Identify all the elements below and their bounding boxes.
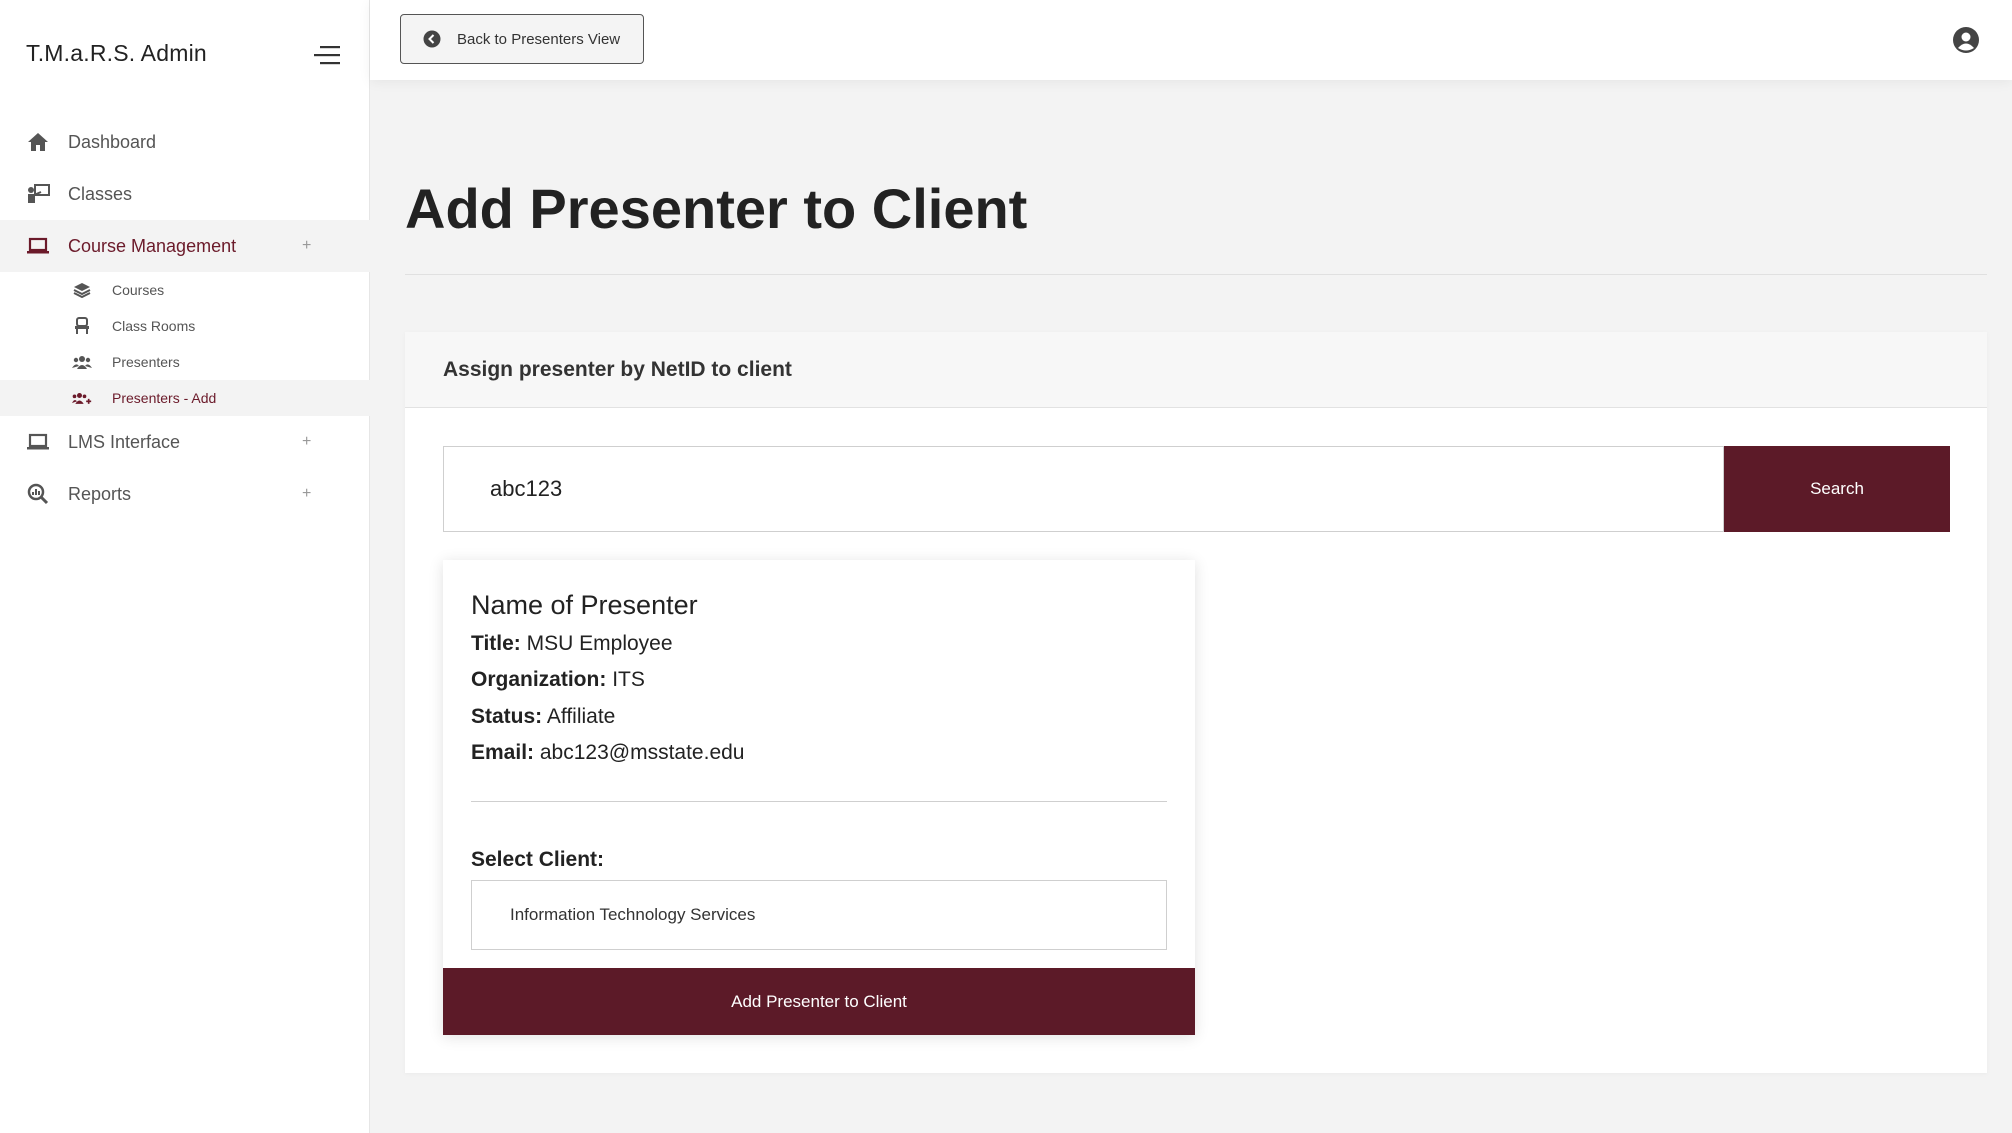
presenter-result-card: Name of Presenter Title: MSU Employee Or… — [443, 560, 1195, 1035]
top-bar: Back to Presenters View — [370, 0, 2012, 80]
sidebar-item-course-management[interactable]: Course Management + — [0, 220, 370, 272]
result-divider — [471, 801, 1167, 802]
presenter-status-row: Status: Affiliate — [471, 705, 615, 729]
organization-value: ITS — [612, 668, 645, 691]
sidebar-item-label: Dashboard — [68, 131, 157, 152]
title-label: Title: — [471, 632, 521, 655]
title-value: MSU Employee — [526, 632, 673, 655]
page-title: Add Presenter to Client — [405, 177, 1028, 240]
sidebar-item-lms-interface[interactable]: LMS Interface + — [0, 416, 370, 468]
course-management-submenu: Courses Class Rooms Presenters Presenter… — [0, 272, 370, 416]
email-value: abc123@msstate.edu — [539, 741, 745, 764]
expand-icon[interactable]: + — [302, 433, 311, 451]
chalkboard-teacher-icon — [26, 182, 50, 206]
expand-icon[interactable]: + — [302, 485, 311, 503]
assign-presenter-card: Assign presenter by NetID to client Sear… — [405, 332, 1987, 1073]
presenter-email-row: Email: abc123@msstate.edu — [471, 741, 744, 765]
sidebar-subitem-class-rooms[interactable]: Class Rooms — [0, 308, 370, 344]
sidebar-subitem-presenters[interactable]: Presenters — [0, 344, 370, 380]
organization-label: Organization: — [471, 668, 607, 691]
search-button[interactable]: Search — [1724, 446, 1950, 532]
sidebar-item-label: Reports — [68, 483, 132, 504]
laptop-icon — [26, 234, 50, 258]
presenter-organization-row: Organization: ITS — [471, 668, 645, 692]
user-account-icon[interactable] — [1952, 26, 1980, 54]
sidebar-subitem-courses[interactable]: Courses — [0, 272, 370, 308]
home-icon — [26, 130, 50, 154]
chevron-left-circle-icon — [423, 30, 441, 48]
sidebar-nav: Dashboard Classes Course Management + Co… — [0, 116, 370, 520]
back-button-label: Back to Presenters View — [457, 30, 621, 48]
layers-icon — [72, 281, 92, 299]
sidebar-subitem-label: Presenters - Add — [112, 390, 217, 406]
users-plus-icon — [72, 389, 92, 407]
selected-client-value: Information Technology Services — [510, 905, 756, 924]
back-to-presenters-button[interactable]: Back to Presenters View — [400, 14, 644, 64]
select-client-label: Select Client: — [471, 848, 605, 871]
expand-icon[interactable]: + — [302, 237, 311, 255]
sidebar-item-label: Course Management — [68, 235, 237, 256]
sidebar-item-reports[interactable]: Reports + — [0, 468, 370, 520]
client-select[interactable]: Information Technology Services — [471, 880, 1167, 950]
netid-search-input[interactable] — [443, 446, 1724, 532]
sidebar-item-label: Classes — [68, 183, 133, 204]
laptop-icon — [26, 430, 50, 454]
search-chart-icon — [26, 482, 50, 506]
sidebar-item-label: LMS Interface — [68, 431, 181, 452]
title-divider — [405, 274, 1987, 275]
sidebar-item-dashboard[interactable]: Dashboard — [0, 116, 370, 168]
email-label: Email: — [471, 741, 535, 764]
sidebar-subitem-label: Presenters — [112, 354, 180, 370]
card-header: Assign presenter by NetID to client — [405, 332, 1987, 408]
sidebar-subitem-presenters-add[interactable]: Presenters - Add — [0, 380, 370, 416]
sidebar-subitem-label: Class Rooms — [112, 318, 196, 334]
sidebar: T.M.a.R.S. Admin Dashboard Classes Cours… — [0, 0, 370, 1133]
menu-toggle-icon[interactable] — [312, 44, 342, 66]
status-label: Status: — [471, 705, 543, 728]
status-value: Affiliate — [546, 705, 616, 728]
users-icon — [72, 353, 92, 371]
presenter-name: Name of Presenter — [471, 590, 698, 620]
brand-title: T.M.a.R.S. Admin — [26, 40, 207, 66]
chair-icon — [72, 317, 92, 335]
sidebar-subitem-label: Courses — [112, 282, 165, 298]
presenter-title-row: Title: MSU Employee — [471, 632, 673, 656]
add-presenter-button[interactable]: Add Presenter to Client — [443, 968, 1195, 1035]
sidebar-item-classes[interactable]: Classes — [0, 168, 370, 220]
